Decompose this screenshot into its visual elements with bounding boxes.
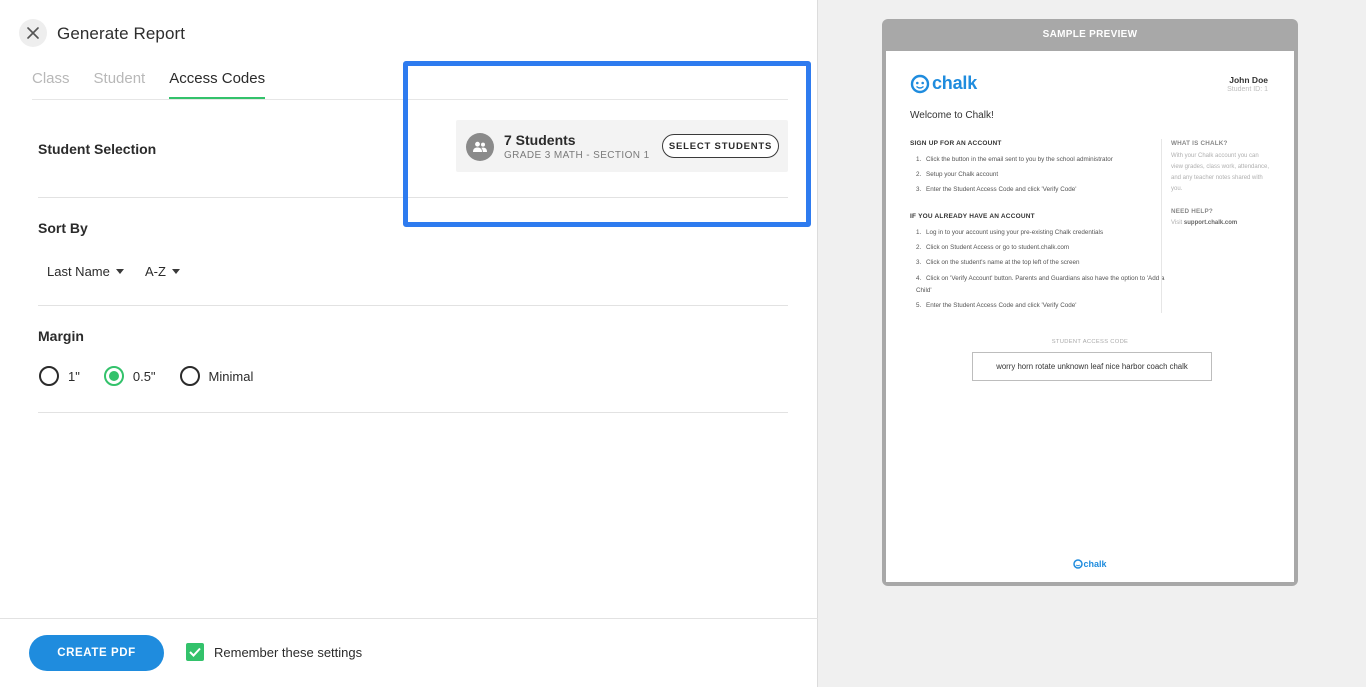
- radio-label: 1": [68, 368, 80, 384]
- preview-student-name: John Doe: [1229, 75, 1268, 85]
- margin-radio-group: 1" 0.5" Minimal: [39, 366, 277, 386]
- margin-option-minimal[interactable]: Minimal: [179, 366, 254, 386]
- radio-label: Minimal: [208, 368, 254, 384]
- preview-step: 3. Click on the student's name at the top…: [916, 259, 1080, 266]
- section-divider: [38, 412, 788, 413]
- report-settings-panel: Generate Report Class Student Access Cod…: [0, 0, 818, 687]
- preview-signup-heading: SIGN UP FOR AN ACCOUNT: [910, 140, 1002, 147]
- sample-preview-frame: SAMPLE PREVIEW chalk John Doe Student ID…: [882, 19, 1298, 586]
- close-icon: [27, 27, 39, 39]
- preview-what-text: With your Chalk account you can view gra…: [1171, 153, 1270, 192]
- section-divider: [38, 305, 788, 306]
- margin-label: Margin: [38, 328, 84, 344]
- select-students-button[interactable]: SELECT STUDENTS: [662, 134, 779, 158]
- create-pdf-button[interactable]: CREATE PDF: [29, 635, 164, 671]
- chalk-logo: chalk: [910, 73, 977, 94]
- chevron-down-icon: [115, 269, 124, 274]
- sort-field-value: Last Name: [47, 264, 110, 279]
- students-count: 7 Students: [504, 132, 576, 148]
- sort-order-value: A-Z: [145, 264, 166, 279]
- preview-page: chalk John Doe Student ID: 1 Welcome to …: [886, 51, 1294, 582]
- preview-step: 1. Click the button in the email sent to …: [916, 156, 1113, 163]
- margin-option-half-in[interactable]: 0.5": [103, 366, 156, 386]
- preview-help-text: Visit support.chalk.com: [1171, 220, 1238, 226]
- remember-settings-label: Remember these settings: [214, 644, 363, 660]
- radio-button[interactable]: [179, 366, 200, 386]
- preview-student-id: Student ID: 1: [1227, 86, 1268, 93]
- preview-existing-heading: IF YOU ALREADY HAVE AN ACCOUNT: [910, 213, 1035, 220]
- margin-option-1in[interactable]: 1": [39, 366, 80, 386]
- preview-welcome: Welcome to Chalk!: [910, 110, 994, 121]
- chalk-logo-icon: [1073, 559, 1084, 569]
- tab-class[interactable]: Class: [32, 70, 70, 100]
- preview-access-code: worry horn rotate unknown leaf nice harb…: [972, 352, 1212, 381]
- preview-what-heading: WHAT IS CHALK?: [1171, 140, 1228, 147]
- sort-field-dropdown[interactable]: Last Name: [47, 264, 124, 279]
- preview-step: 1. Log in to your account using your pre-…: [916, 229, 1104, 236]
- preview-step: 4. Click on 'Verify Account' button. Pare…: [916, 275, 1165, 294]
- radio-button[interactable]: [103, 366, 124, 386]
- student-selection-label: Student Selection: [38, 141, 157, 157]
- chalk-logo-text: chalk: [932, 73, 978, 93]
- preview-code-label: STUDENT ACCESS CODE: [1051, 339, 1129, 345]
- preview-column-divider: [1161, 139, 1162, 313]
- report-tabs: Class Student Access Codes: [32, 70, 289, 100]
- page-title: Generate Report: [57, 24, 186, 43]
- sort-order-dropdown[interactable]: A-Z: [145, 264, 180, 279]
- preview-step: 5. Enter the Student Access Code and clic…: [916, 302, 1077, 309]
- radio-label: 0.5": [132, 368, 156, 384]
- tab-access-codes[interactable]: Access Codes: [169, 70, 266, 100]
- preview-footer-logo: chalk: [886, 559, 1294, 569]
- preview-step: 3. Enter the Student Access Code and clic…: [916, 186, 1077, 193]
- preview-title: SAMPLE PREVIEW: [1042, 29, 1138, 40]
- students-group-icon: [466, 133, 494, 161]
- sort-by-label: Sort By: [38, 220, 88, 236]
- tabs-divider: [32, 99, 788, 100]
- preview-footer-logo-text: chalk: [1083, 559, 1107, 569]
- tab-student[interactable]: Student: [94, 70, 146, 100]
- preview-step: 2. Click on Student Access or go to stude…: [916, 244, 1070, 251]
- chevron-down-icon: [171, 269, 180, 274]
- radio-button[interactable]: [39, 366, 59, 386]
- preview-help-heading: NEED HELP?: [1171, 208, 1213, 215]
- checkmark-icon: [189, 647, 201, 657]
- checkbox[interactable]: [186, 643, 204, 661]
- students-section: GRADE 3 MATH - SECTION 1: [504, 150, 650, 161]
- remember-settings-checkbox[interactable]: Remember these settings: [186, 643, 362, 661]
- student-selection-card: 7 Students GRADE 3 MATH - SECTION 1 SELE…: [456, 120, 788, 172]
- chalk-logo-icon: [910, 74, 930, 93]
- close-button[interactable]: [19, 19, 47, 47]
- footer-divider: [0, 618, 818, 619]
- preview-step: 2. Setup your Chalk account: [916, 171, 999, 178]
- section-divider: [38, 197, 788, 198]
